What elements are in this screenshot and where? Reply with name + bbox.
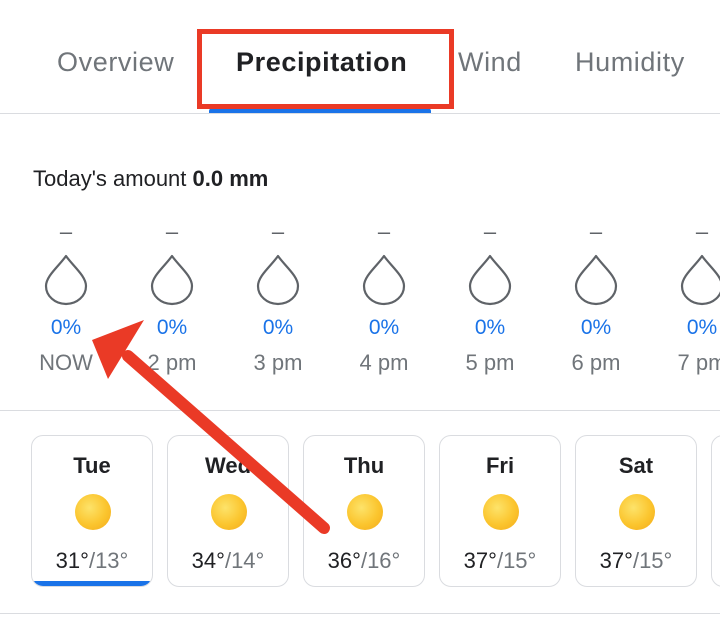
precip-amount: –: [695, 219, 709, 244]
raindrop-icon: [362, 254, 406, 306]
sun-icon: [483, 494, 519, 530]
precip-amount: –: [271, 219, 285, 244]
temp-low: 16°: [367, 548, 401, 573]
hour-label: NOW: [39, 350, 93, 375]
hourly-item[interactable]: – 0% 3 pm: [233, 220, 323, 385]
hourly-item[interactable]: – 0% 4 pm: [339, 220, 429, 385]
today-amount-label: Today's amount: [33, 166, 187, 191]
day-name: Thu: [343, 453, 385, 478]
raindrop-icon: [44, 254, 88, 306]
precip-amount: –: [165, 219, 179, 244]
hour-label: 6 pm: [571, 350, 621, 375]
tab-bar: Overview Precipitation Wind Humidity: [0, 0, 720, 114]
selected-day-indicator: [32, 581, 152, 586]
day-name: Fri: [485, 453, 515, 478]
day-card[interactable]: [711, 435, 720, 587]
hourly-item[interactable]: – 0% 2 pm: [127, 220, 217, 385]
precip-amount: –: [377, 219, 391, 244]
day-card[interactable]: Thu 36°/16°: [303, 435, 425, 587]
temp-high: 37°: [463, 548, 497, 573]
raindrop-icon: [150, 254, 194, 306]
raindrop-icon: [256, 254, 300, 306]
day-name: Tue: [73, 453, 111, 478]
precip-amount: –: [59, 219, 73, 244]
precip-chance: 0%: [156, 316, 188, 339]
hour-label: 3 pm: [253, 350, 303, 375]
hourly-item[interactable]: – 0% 7 pm: [657, 220, 720, 385]
precip-chance: 0%: [262, 316, 294, 339]
raindrop-icon: [468, 254, 512, 306]
precip-amount: –: [589, 219, 603, 244]
precip-chance: 0%: [368, 316, 400, 339]
sun-icon: [619, 494, 655, 530]
tab-wind[interactable]: Wind: [458, 47, 522, 78]
raindrop-icon: [574, 254, 618, 306]
sun-icon: [211, 494, 247, 530]
today-amount: Today's amount 0.0 mm: [33, 166, 268, 192]
sun-icon: [347, 494, 383, 530]
day-card[interactable]: Wed 34°/14°: [167, 435, 289, 587]
tab-humidity[interactable]: Humidity: [575, 47, 685, 78]
hourly-item[interactable]: – 0% 6 pm: [551, 220, 641, 385]
temp-low: 15°: [503, 548, 537, 573]
day-card[interactable]: Fri 37°/15°: [439, 435, 561, 587]
divider: [0, 113, 720, 114]
temperature-range: 37°/15°: [576, 548, 696, 574]
temperature-range: 34°/14°: [168, 548, 288, 574]
temp-high: 34°: [191, 548, 225, 573]
temp-high: 31°: [55, 548, 89, 573]
weather-widget: Overview Precipitation Wind Humidity Tod…: [0, 0, 720, 629]
annotation-highlight-box: [197, 29, 454, 109]
day-card[interactable]: Tue 31°/13°: [31, 435, 153, 587]
precip-chance: 0%: [474, 316, 506, 339]
divider: [0, 410, 720, 411]
precip-chance: 0%: [50, 316, 82, 339]
temp-high: 37°: [599, 548, 633, 573]
temp-low: 15°: [639, 548, 673, 573]
day-card[interactable]: Sat 37°/15°: [575, 435, 697, 587]
hour-label: 7 pm: [677, 350, 720, 375]
day-name: Wed: [204, 453, 252, 478]
raindrop-icon: [680, 254, 720, 306]
divider: [0, 613, 720, 614]
tab-overview[interactable]: Overview: [57, 47, 174, 78]
sun-icon: [75, 494, 111, 530]
temp-low: 14°: [231, 548, 265, 573]
hourly-item[interactable]: – 0% 5 pm: [445, 220, 535, 385]
temp-low: 13°: [95, 548, 129, 573]
today-amount-value: 0.0 mm: [192, 166, 269, 191]
hour-label: 5 pm: [465, 350, 515, 375]
hour-label: 4 pm: [359, 350, 409, 375]
temperature-range: 36°/16°: [304, 548, 424, 574]
hourly-item[interactable]: – 0% NOW: [21, 220, 111, 385]
precip-chance: 0%: [686, 316, 718, 339]
precip-chance: 0%: [580, 316, 612, 339]
hour-label: 2 pm: [147, 350, 197, 375]
temperature-range: 31°/13°: [32, 548, 152, 574]
temperature-range: 37°/15°: [440, 548, 560, 574]
day-name: Sat: [618, 453, 654, 478]
temp-high: 36°: [327, 548, 361, 573]
precip-amount: –: [483, 219, 497, 244]
